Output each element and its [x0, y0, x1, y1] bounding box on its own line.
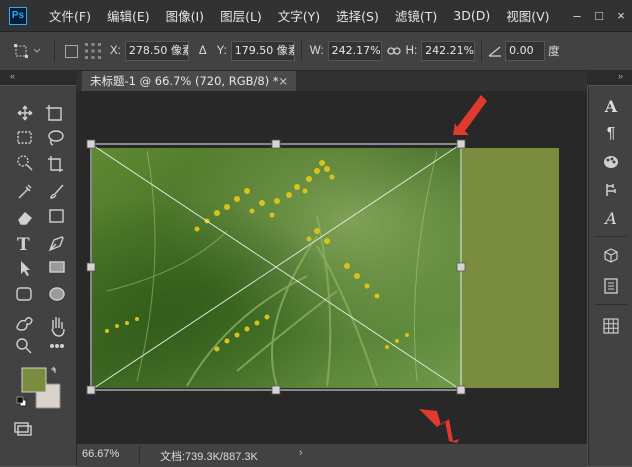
right-panel-divider-2: [595, 304, 627, 305]
app-logo[interactable]: Ps: [9, 6, 27, 25]
status-divider: [139, 446, 140, 464]
arrow-top-right: [453, 95, 487, 135]
hand-icon[interactable]: [51, 317, 65, 337]
properties-icon[interactable]: [589, 274, 632, 298]
angle-unit: 度: [548, 46, 560, 58]
document-tab-row: 未标题-1 @ 66.7% (720, RGB/8) * ×: [77, 71, 587, 91]
close-tab-icon[interactable]: ×: [278, 71, 288, 91]
swap-colors-icon[interactable]: [51, 366, 56, 373]
menu-view[interactable]: 视图(V): [506, 6, 549, 25]
height-field[interactable]: 242.21%: [421, 41, 476, 61]
menu-layer[interactable]: 图层(L): [220, 6, 262, 25]
zoom-level[interactable]: 66.67%: [82, 448, 119, 460]
default-colors-icon[interactable]: [16, 396, 27, 407]
path-select-icon[interactable]: [21, 261, 30, 276]
gradient-icon[interactable]: [49, 209, 64, 223]
rounded-rect-icon[interactable]: [16, 287, 32, 301]
link-icon[interactable]: [386, 46, 401, 56]
y-position-field[interactable]: 179.50 像素: [230, 41, 295, 61]
transform-tool-icon[interactable]: [14, 39, 48, 63]
quick-select-icon[interactable]: [17, 155, 33, 171]
width-field[interactable]: 242.17%: [327, 41, 382, 61]
menu-filter[interactable]: 滤镜(T): [395, 6, 437, 25]
menu-type[interactable]: 文字(Y): [278, 6, 320, 25]
transform-handle-bottom-right[interactable]: [456, 385, 466, 395]
3d-icon[interactable]: [589, 244, 632, 268]
document-tab[interactable]: 未标题-1 @ 66.7% (720, RGB/8) * ×: [82, 71, 296, 91]
type-icon[interactable]: T: [17, 235, 30, 255]
tools-icons-layer: T: [14, 105, 65, 436]
canvas-area[interactable]: [77, 91, 587, 443]
window-controls: – □ ×: [566, 0, 632, 31]
h-label: H:: [405, 45, 418, 57]
angle-field[interactable]: 0.00: [505, 41, 546, 61]
paragraph-icon[interactable]: ¶: [589, 122, 632, 146]
w-label: W:: [309, 45, 324, 57]
lasso-icon[interactable]: [48, 130, 64, 146]
right-panel-divider: [595, 236, 627, 237]
rectangle-icon[interactable]: [49, 261, 65, 273]
zoom-icon[interactable]: [16, 338, 32, 354]
collapse-left-icon[interactable]: «: [10, 71, 15, 81]
document-tab-label: 未标题-1 @ 66.7% (720, RGB/8) *: [90, 74, 279, 88]
minimize-button[interactable]: –: [566, 8, 588, 23]
custom-shape-icon[interactable]: [16, 317, 33, 331]
ellipse-icon[interactable]: [49, 287, 65, 301]
more-icon[interactable]: [50, 344, 65, 349]
menu-file[interactable]: 文件(F): [49, 6, 91, 25]
marquee-icon[interactable]: [17, 131, 32, 144]
tools-panel: T: [0, 86, 77, 466]
pen-icon[interactable]: [48, 236, 64, 252]
glyphs-icon[interactable]: A: [589, 206, 632, 230]
history-icon[interactable]: [589, 178, 632, 202]
eyedropper-icon[interactable]: [18, 184, 32, 199]
document-info: 文档:739.3K/887.3K: [160, 451, 258, 463]
angle-icon: [488, 45, 502, 57]
status-bar: 66.67% 文档:739.3K/887.3K ›: [77, 443, 587, 467]
menu-select[interactable]: 选择(S): [336, 6, 379, 25]
options-bar: X: 278.50 像素 Δ Y: 179.50 像素 W: 242.17% H…: [0, 32, 632, 71]
x-label: X:: [110, 45, 121, 57]
transform-handle-top-right[interactable]: [456, 139, 466, 149]
menu-edit[interactable]: 编辑(E): [107, 6, 150, 25]
brush-icon[interactable]: [50, 184, 64, 199]
transform-handle-top-left[interactable]: [86, 139, 96, 149]
right-collapse-strip: »: [588, 71, 632, 85]
reference-point-icon[interactable]: [84, 41, 104, 61]
transform-handle-bottom-left[interactable]: [86, 385, 96, 395]
menu-image[interactable]: 图像(I): [166, 6, 204, 25]
transform-handle-bottom-center[interactable]: [271, 385, 281, 395]
maximize-button[interactable]: □: [588, 8, 610, 23]
character-icon[interactable]: A: [589, 94, 632, 118]
eraser-icon[interactable]: [18, 212, 32, 225]
move-icon[interactable]: [17, 105, 33, 121]
grid-icon[interactable]: [589, 314, 632, 338]
menu-bar: Ps 文件(F) 编辑(E) 图像(I) 图层(L) 文字(Y) 选择(S) 滤…: [0, 0, 632, 32]
reference-checkbox[interactable]: [65, 44, 78, 58]
status-menu-arrow-icon[interactable]: ›: [299, 447, 303, 459]
right-panel-dock: A ¶ A: [588, 86, 632, 466]
menu-3d[interactable]: 3D(D): [453, 8, 490, 23]
x-position-field[interactable]: 278.50 像素: [124, 41, 189, 61]
canvas-svg: [86, 95, 559, 443]
swatches-icon[interactable]: [589, 150, 632, 174]
transform-handle-top-center[interactable]: [271, 139, 281, 149]
foreground-color-swatch[interactable]: [21, 367, 47, 393]
transform-handle-middle-left[interactable]: [86, 262, 96, 272]
transform-handle-middle-right[interactable]: [456, 262, 466, 272]
arrow-bottom-right: [419, 409, 459, 443]
y-label: Y:: [216, 45, 227, 57]
artboard-icon[interactable]: [46, 105, 62, 121]
close-window-button[interactable]: ×: [610, 8, 632, 23]
delta-icon[interactable]: Δ: [199, 45, 207, 57]
quick-mask-icon[interactable]: [14, 422, 32, 436]
collapse-right-icon[interactable]: »: [618, 71, 623, 81]
crop-icon[interactable]: [48, 156, 63, 172]
